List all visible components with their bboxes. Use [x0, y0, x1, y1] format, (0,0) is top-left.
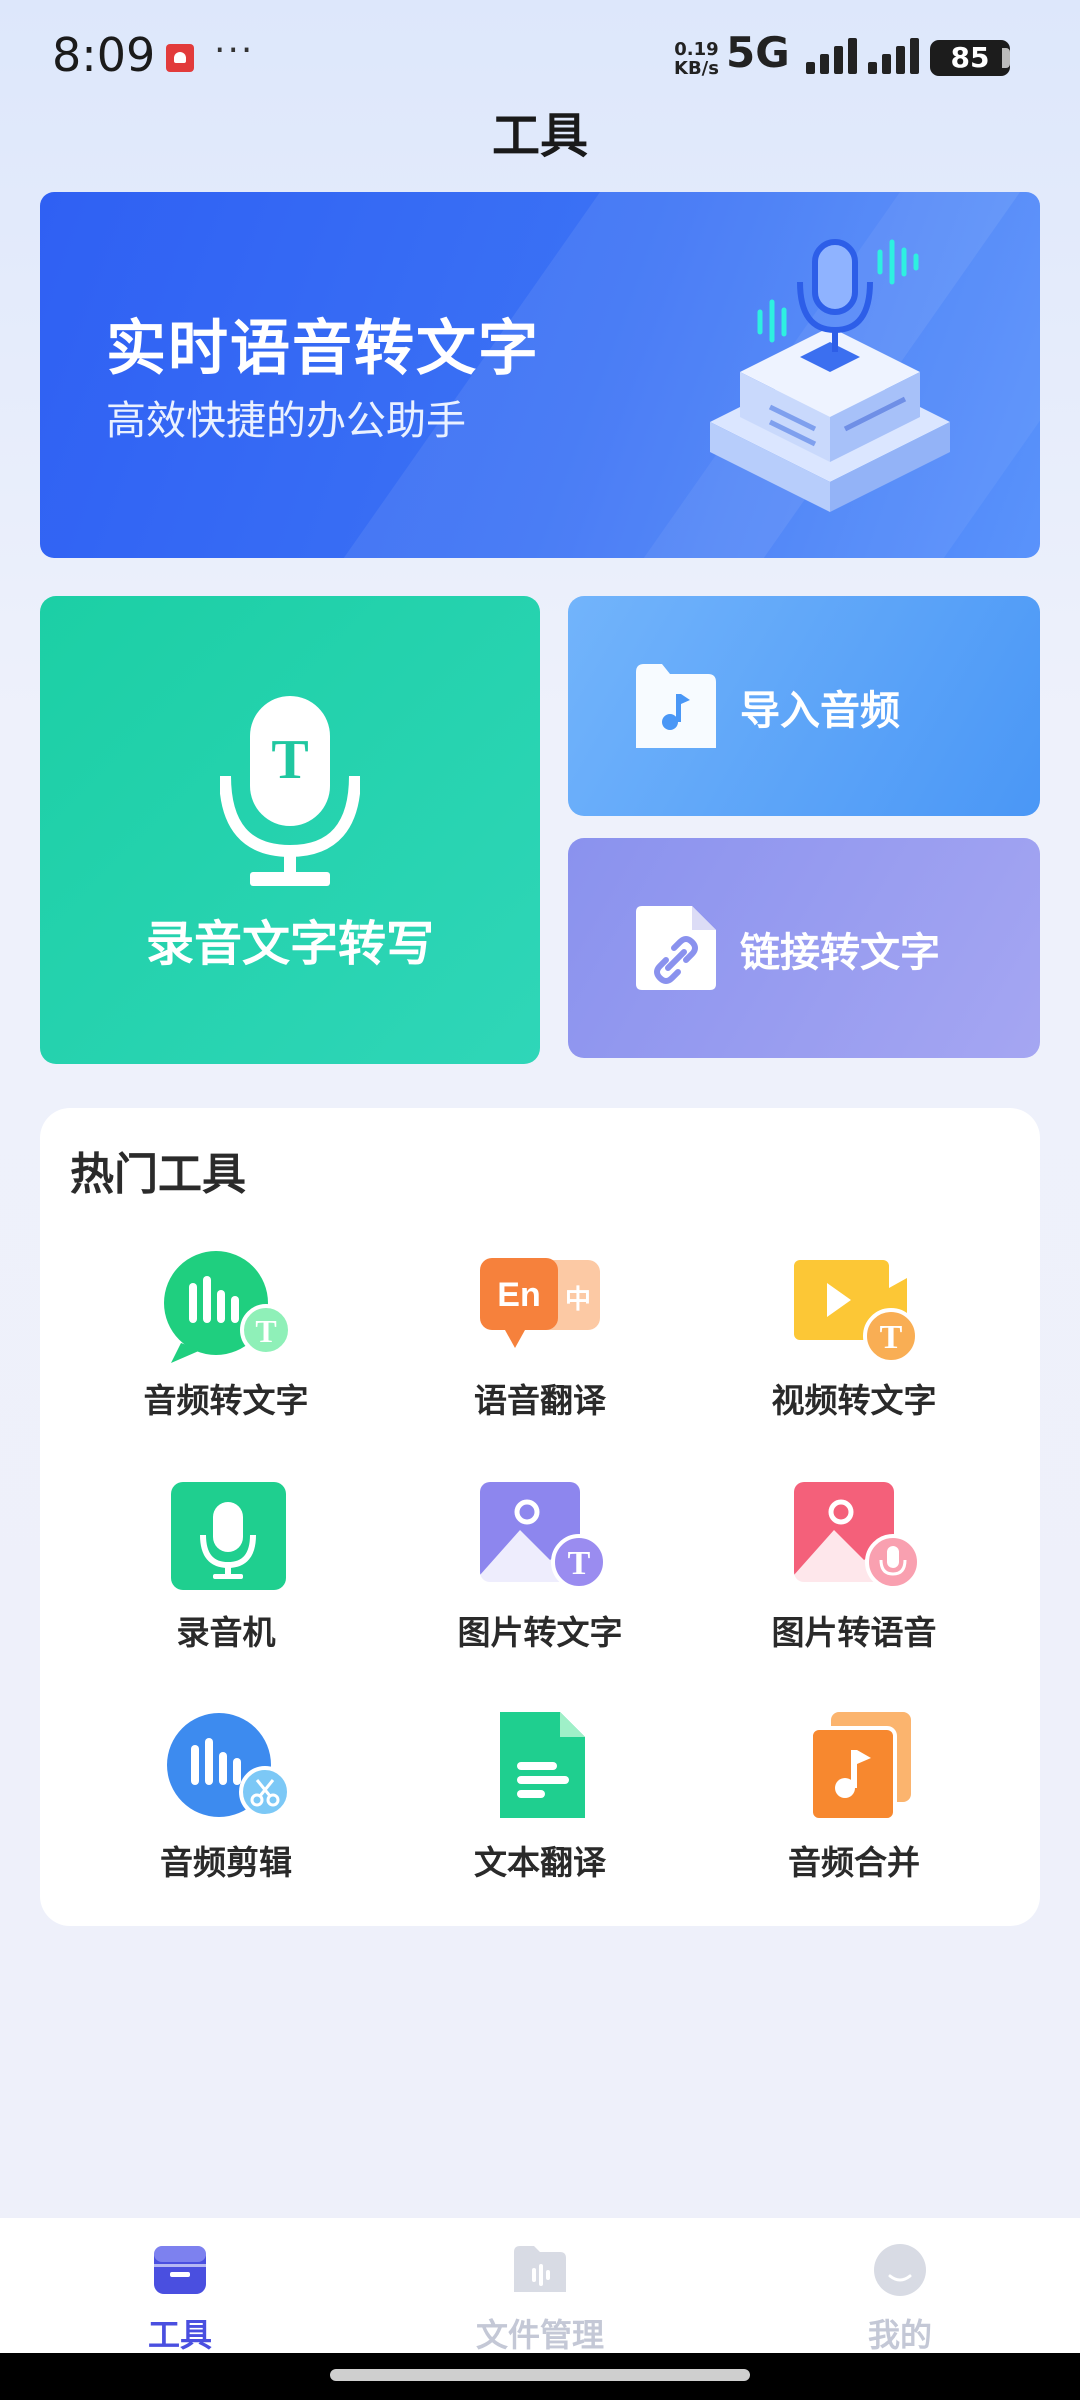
profile-icon [874, 2244, 926, 2296]
network-speed-value: 0.19 [674, 39, 719, 60]
voice-translate-icon: En 中 [480, 1258, 600, 1348]
tool-label: 图片转文字 [457, 1613, 623, 1652]
video-to-text-icon: T [794, 1260, 919, 1364]
tool-text-translate[interactable]: 文本翻译 [410, 1710, 670, 1910]
tool-label: 录音机 [176, 1613, 276, 1652]
svg-text:En: En [497, 1276, 540, 1314]
record-transcribe-card[interactable]: T 录音文字转写 [40, 596, 540, 1064]
microphone-device-icon [710, 239, 950, 512]
tool-label: 视频转文字 [771, 1381, 937, 1420]
svg-text:T: T [271, 729, 308, 791]
tool-recorder[interactable]: 录音机 [96, 1480, 356, 1680]
page-title: 工具 [491, 108, 588, 164]
import-audio-label: 导入音频 [740, 688, 900, 734]
hot-tools-title: 热门工具 [70, 1149, 246, 1200]
signal-icon-2 [868, 38, 920, 74]
audio-merge-icon [809, 1712, 911, 1822]
tool-audio-cut[interactable]: 音频剪辑 [96, 1710, 356, 1910]
link-file-icon [636, 906, 716, 990]
network-speed-unit: KB/s [674, 58, 719, 79]
tool-label: 图片转语音 [771, 1613, 937, 1652]
image-to-voice-icon [794, 1482, 919, 1590]
text-translate-icon [500, 1712, 585, 1818]
gesture-bar-area [0, 2353, 1080, 2400]
audio-to-text-icon: T [164, 1251, 291, 1363]
tool-label: 音频转文字 [143, 1381, 309, 1420]
banner-subtitle: 高效快捷的办公助手 [106, 398, 466, 444]
link-to-text-card[interactable]: 链接转文字 [568, 838, 1040, 1058]
import-audio-card[interactable]: 导入音频 [568, 596, 1040, 816]
bottom-nav: 工具 文件管理 我的 [0, 2218, 1080, 2354]
tool-video-to-text[interactable]: T 视频转文字 [724, 1248, 984, 1448]
toolbox-icon [154, 2246, 206, 2294]
nav-file-management-label: 文件管理 [475, 2316, 604, 2354]
nav-tools-label: 工具 [147, 2316, 212, 2354]
signal-icon [806, 38, 858, 74]
nav-file-management[interactable]: 文件管理 [440, 2232, 640, 2354]
banner-title: 实时语音转文字 [106, 314, 540, 384]
tool-label: 语音翻译 [474, 1381, 606, 1420]
tool-voice-translate[interactable]: En 中 语音翻译 [410, 1248, 670, 1448]
nav-tools[interactable]: 工具 [80, 2232, 280, 2354]
tool-label: 文本翻译 [474, 1843, 606, 1882]
audio-cut-icon [167, 1713, 291, 1818]
svg-text:T: T [880, 1319, 903, 1356]
svg-text:中: 中 [565, 1285, 591, 1315]
tool-label: 音频剪辑 [160, 1843, 292, 1882]
network-type: 5G [726, 28, 790, 77]
tool-image-to-voice[interactable]: 图片转语音 [724, 1480, 984, 1680]
image-to-text-icon: T [480, 1482, 605, 1590]
nav-mine[interactable]: 我的 [800, 2232, 1000, 2354]
record-transcribe-label: 录音文字转写 [145, 916, 434, 972]
folder-icon [514, 2246, 566, 2292]
tool-audio-to-text[interactable]: T 音频转文字 [96, 1248, 356, 1448]
network-speed: 0.19 KB/s [674, 40, 719, 78]
tool-audio-merge[interactable]: 音频合并 [724, 1710, 984, 1910]
nav-mine-label: 我的 [867, 2316, 932, 2354]
tool-image-to-text[interactable]: T 图片转文字 [410, 1480, 670, 1680]
notification-app-icon [166, 44, 194, 72]
tool-label: 音频合并 [788, 1843, 920, 1882]
recorder-icon [171, 1482, 286, 1590]
svg-text:T: T [255, 1313, 276, 1349]
more-notifications-icon: ··· [214, 30, 255, 71]
folder-music-icon [636, 664, 716, 748]
hot-tools-panel: 热门工具 T 音频转文字 En 中 语音翻译 T 视频转文字 录音机 T 图片转… [40, 1108, 1040, 1926]
battery-tip [1002, 48, 1010, 68]
banner-realtime-speech[interactable]: 实时语音转文字 高效快捷的办公助手 [40, 192, 1040, 558]
status-time: 8:09 [52, 28, 156, 82]
svg-text:T: T [568, 1545, 591, 1582]
link-to-text-label: 链接转文字 [740, 930, 940, 976]
battery-icon: 85 [930, 40, 1010, 76]
mic-t-icon: T [220, 696, 360, 886]
home-indicator[interactable] [330, 2369, 750, 2381]
